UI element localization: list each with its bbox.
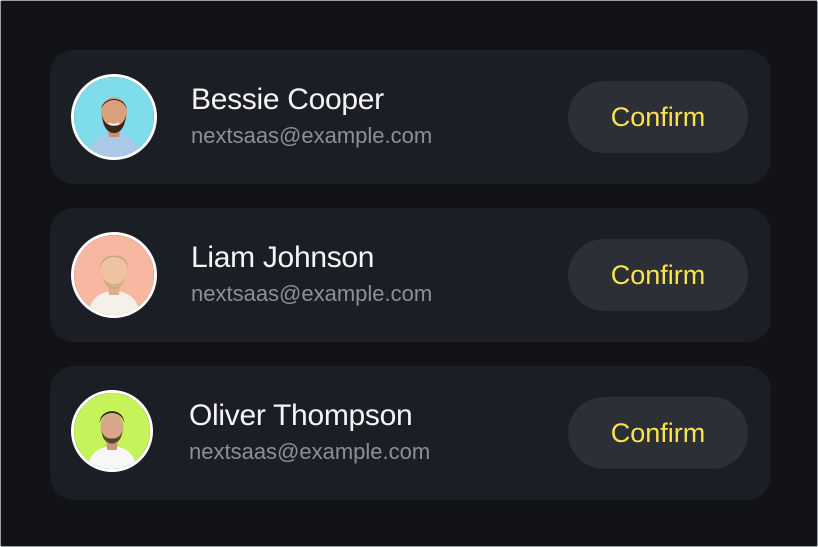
confirm-button[interactable]: Confirm bbox=[568, 239, 748, 311]
contact-name: Liam Johnson bbox=[191, 241, 375, 274]
contact-info: Oliver Thompson nextsaas@example.com bbox=[189, 397, 430, 467]
contact-email: nextsaas@example.com bbox=[191, 123, 433, 148]
contact-email: nextsaas@example.com bbox=[191, 281, 433, 306]
contact-name: Oliver Thompson bbox=[189, 399, 413, 432]
contact-card: Oliver Thompson nextsaas@example.com Con… bbox=[50, 366, 771, 500]
avatar bbox=[71, 390, 153, 472]
contact-name: Bessie Cooper bbox=[191, 83, 384, 116]
contact-card: Liam Johnson nextsaas@example.com Confir… bbox=[50, 208, 771, 342]
man-light-hair-avatar-icon bbox=[74, 235, 154, 315]
avatar bbox=[71, 232, 157, 318]
confirm-button[interactable]: Confirm bbox=[568, 81, 748, 153]
contact-info: Liam Johnson nextsaas@example.com bbox=[191, 239, 432, 309]
contact-list-panel: Bessie Cooper nextsaas@example.com Confi… bbox=[0, 0, 818, 547]
man-beard-avatar-icon bbox=[74, 77, 154, 157]
contact-card: Bessie Cooper nextsaas@example.com Confi… bbox=[50, 50, 771, 184]
man-dark-hair-avatar-icon bbox=[74, 393, 150, 469]
confirm-button[interactable]: Confirm bbox=[568, 397, 748, 469]
contact-info: Bessie Cooper nextsaas@example.com bbox=[191, 81, 432, 151]
contact-email: nextsaas@example.com bbox=[189, 439, 431, 464]
avatar bbox=[71, 74, 157, 160]
